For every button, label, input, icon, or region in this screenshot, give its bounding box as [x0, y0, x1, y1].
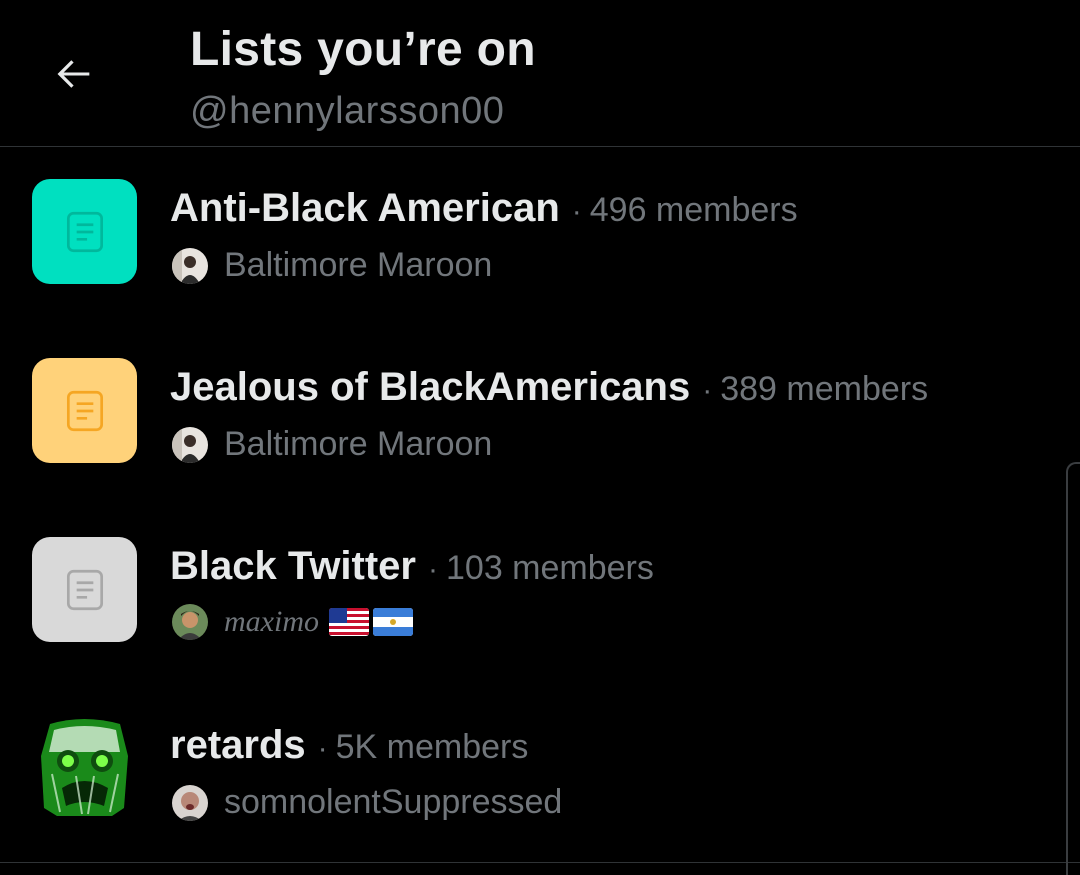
nicaragua-flag-icon [372, 608, 413, 636]
list-owner[interactable]: Baltimore Maroon [172, 425, 492, 464]
avatar [172, 604, 208, 640]
list-title-line: Anti-Black American · 496 members [170, 186, 798, 231]
arrow-left-icon [57, 60, 90, 88]
list-thumbnail [32, 716, 137, 821]
page-title: Lists you’re on [190, 23, 536, 76]
list-name: Anti-Black American [170, 186, 560, 230]
member-count: 389 members [720, 370, 929, 408]
avatar [172, 784, 208, 821]
list-name: Black Twitter [170, 544, 416, 588]
owner-name: Baltimore Maroon [224, 246, 493, 284]
list-item-black-twitter[interactable]: Black Twitter · 103 members maximo [0, 504, 1080, 683]
list-owner[interactable]: maximo [172, 604, 413, 640]
list-title-line: retards · 5K members [170, 723, 528, 768]
list-item-retards[interactable]: retards · 5K members somnolentSuppressed [0, 683, 1080, 862]
list-owner[interactable]: Baltimore Maroon [172, 246, 492, 285]
member-count: 103 members [446, 549, 654, 587]
separator-dot: · [571, 195, 582, 228]
lists-screen: Lists you’re on @hennylarsson00 Anti-Bla… [0, 0, 1080, 875]
separator-dot: · [317, 732, 328, 765]
separator-dot: · [702, 374, 713, 407]
list-title-line: Black Twitter · 103 members [170, 544, 654, 589]
list-title-line: Jealous of BlackAmericans · 389 members [170, 365, 928, 410]
list-thumbnail [32, 358, 137, 463]
panel-edge [1066, 462, 1080, 875]
back-button[interactable] [38, 38, 110, 110]
list-thumbnail [32, 179, 137, 284]
list-document-icon [66, 569, 103, 610]
owner-name: Baltimore Maroon [224, 425, 493, 463]
separator-dot: · [428, 553, 438, 586]
owner-name: maximo [224, 605, 319, 638]
user-handle: @hennylarsson00 [190, 90, 505, 132]
owner-name: somnolentSuppressed [224, 783, 563, 821]
list-name: Jealous of BlackAmericans [170, 365, 691, 409]
member-count: 496 members [589, 191, 798, 229]
page-header: Lists you’re on @hennylarsson00 [0, 0, 1080, 147]
divider [0, 862, 1080, 863]
list-document-icon [66, 211, 103, 252]
list-owner[interactable]: somnolentSuppressed [172, 783, 562, 822]
list-name: retards [170, 723, 306, 767]
us-flag-icon [328, 608, 369, 636]
list-item-jealous-of-blackamericans[interactable]: Jealous of BlackAmericans · 389 members … [0, 325, 1080, 504]
member-count: 5K members [335, 728, 529, 766]
list-thumbnail [32, 537, 137, 642]
owner-flags [328, 608, 413, 636]
list-item-anti-black-american[interactable]: Anti-Black American · 496 members Baltim… [0, 146, 1080, 325]
avatar [172, 247, 208, 284]
avatar [172, 426, 208, 463]
list-document-icon [66, 390, 103, 431]
list-banner-image [32, 716, 137, 821]
